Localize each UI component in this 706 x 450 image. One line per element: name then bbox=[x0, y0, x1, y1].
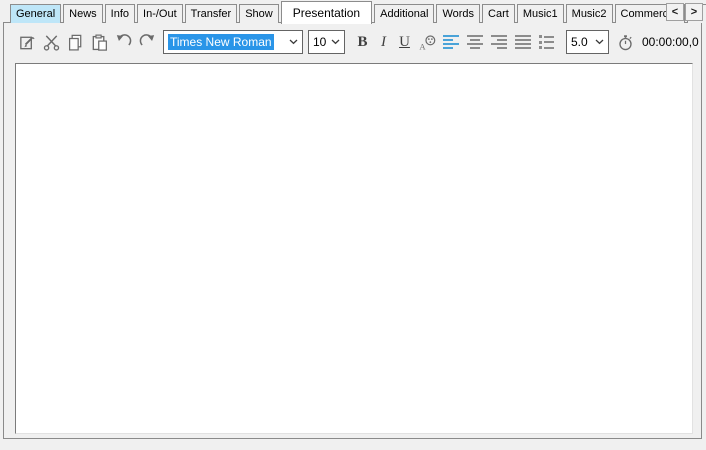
cut-button[interactable] bbox=[39, 30, 63, 54]
formatting-toolbar: Times New Roman 10 B I U A bbox=[15, 29, 699, 55]
undo-icon bbox=[114, 33, 133, 52]
line-spacing-combobox[interactable]: 5.0 bbox=[566, 30, 609, 54]
align-center-icon bbox=[467, 35, 483, 49]
redo-icon bbox=[138, 33, 157, 52]
tab-additional[interactable]: Additional bbox=[374, 4, 434, 23]
align-left-icon bbox=[443, 35, 459, 49]
tab-scroll-left-button[interactable]: < bbox=[666, 3, 684, 21]
chevron-down-icon[interactable] bbox=[331, 39, 340, 45]
paste-button[interactable] bbox=[87, 30, 111, 54]
presentation-text-area[interactable] bbox=[15, 63, 693, 434]
underline-label: U bbox=[399, 34, 410, 51]
bullet-list-button[interactable] bbox=[535, 30, 559, 54]
cut-icon bbox=[42, 33, 61, 52]
edit-button[interactable] bbox=[15, 30, 39, 54]
svg-text:A: A bbox=[419, 41, 426, 51]
tab-words[interactable]: Words bbox=[436, 4, 480, 23]
align-center-button[interactable] bbox=[463, 30, 487, 54]
tab-general[interactable]: General bbox=[10, 4, 61, 23]
align-left-button[interactable] bbox=[439, 30, 463, 54]
font-color-button[interactable]: A bbox=[415, 30, 439, 54]
edit-icon bbox=[18, 33, 37, 52]
align-justify-icon bbox=[515, 35, 531, 49]
bold-button[interactable]: B bbox=[352, 30, 373, 54]
stopwatch-icon bbox=[616, 33, 635, 52]
tab-in-out[interactable]: In-/Out bbox=[137, 4, 183, 23]
tab-music2[interactable]: Music2 bbox=[566, 4, 613, 23]
redo-button[interactable] bbox=[135, 30, 159, 54]
undo-button[interactable] bbox=[111, 30, 135, 54]
chevron-left-icon: < bbox=[672, 6, 678, 18]
font-size-value: 10 bbox=[313, 35, 326, 49]
copy-icon bbox=[66, 33, 85, 52]
copy-button[interactable] bbox=[63, 30, 87, 54]
tab-bar: General News Info In-/Out Transfer Show … bbox=[10, 0, 706, 23]
font-name-value: Times New Roman bbox=[168, 34, 274, 50]
font-color-icon: A bbox=[418, 33, 437, 52]
bullet-list-icon bbox=[539, 35, 555, 49]
chevron-down-icon[interactable] bbox=[289, 39, 298, 45]
paste-icon bbox=[90, 33, 109, 52]
font-size-combobox[interactable]: 10 bbox=[308, 30, 345, 54]
tab-presentation[interactable]: Presentation bbox=[281, 1, 372, 24]
tab-news[interactable]: News bbox=[63, 4, 103, 23]
line-spacing-value: 5.0 bbox=[571, 35, 588, 49]
tab-show[interactable]: Show bbox=[239, 4, 279, 23]
timer-display: 00:00:00,0 bbox=[642, 35, 699, 49]
align-right-button[interactable] bbox=[487, 30, 511, 54]
chevron-right-icon: > bbox=[691, 6, 697, 18]
align-right-icon bbox=[491, 35, 507, 49]
font-name-combobox[interactable]: Times New Roman bbox=[163, 30, 303, 54]
tab-scroll-right-button[interactable]: > bbox=[685, 3, 703, 21]
timer-button[interactable] bbox=[613, 30, 637, 54]
presentation-panel: Times New Roman 10 B I U A bbox=[3, 22, 702, 439]
italic-button[interactable]: I bbox=[373, 30, 394, 54]
chevron-down-icon[interactable] bbox=[595, 39, 604, 45]
tab-transfer[interactable]: Transfer bbox=[185, 4, 238, 23]
underline-button[interactable]: U bbox=[394, 30, 415, 54]
tab-music1[interactable]: Music1 bbox=[517, 4, 564, 23]
tab-cart[interactable]: Cart bbox=[482, 4, 515, 23]
tab-info[interactable]: Info bbox=[105, 4, 135, 23]
align-justify-button[interactable] bbox=[511, 30, 535, 54]
